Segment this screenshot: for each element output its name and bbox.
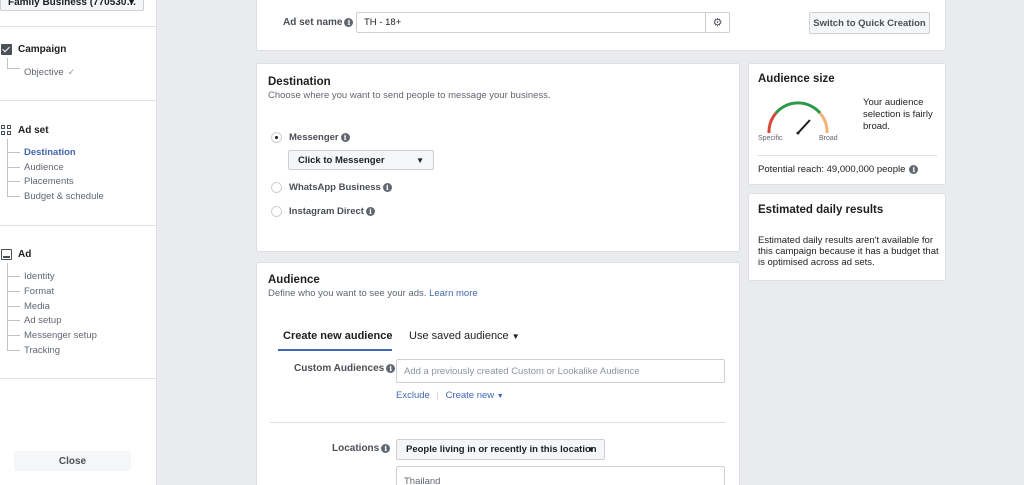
switch-quick-creation-button[interactable]: Switch to Quick Creation (809, 12, 930, 34)
nav-item-objective[interactable]: Objective ✓ (24, 67, 75, 78)
radio-instagram[interactable]: Instagram Direct i (271, 206, 375, 217)
caret-down-icon: ▼ (511, 332, 520, 341)
nav-item-tracking[interactable]: Tracking (24, 345, 60, 356)
info-icon[interactable]: i (344, 18, 354, 27)
tree-line (7, 320, 20, 321)
radio-whatsapp[interactable]: WhatsApp Business i (271, 182, 392, 193)
grid-icon (1, 125, 12, 136)
account-selector[interactable]: Family Business (770530… ▼ (0, 0, 144, 11)
destination-card: Destination Choose where you want to sen… (256, 63, 740, 252)
info-icon[interactable]: i (365, 207, 375, 216)
nav-item-messenger-setup[interactable]: Messenger setup (24, 330, 97, 341)
nav-section-label: Ad (18, 249, 32, 260)
destination-description: Choose where you want to send people to … (268, 90, 551, 101)
tree-line (7, 276, 20, 277)
info-icon[interactable]: i (382, 183, 392, 192)
messenger-type-dropdown[interactable]: Click to Messenger ▼ (288, 150, 434, 170)
location-input[interactable]: Thailand (396, 466, 725, 485)
learn-more-link[interactable]: Learn more (429, 288, 478, 299)
daily-results-card: Estimated daily results Estimated daily … (748, 193, 946, 281)
locations-label: Locations i (332, 443, 391, 454)
gear-icon[interactable]: ⚙ (705, 13, 729, 32)
tree-line (7, 167, 20, 168)
nav-item-ad-setup[interactable]: Ad setup (24, 315, 62, 326)
daily-results-text: Estimated daily results aren't available… (758, 235, 939, 268)
tree-line (7, 196, 20, 197)
radio-selected-icon (271, 132, 282, 143)
nav-item-format[interactable]: Format (24, 286, 54, 297)
nav-item-identity[interactable]: Identity (24, 271, 55, 282)
audience-gauge (767, 101, 829, 135)
divider (270, 422, 726, 423)
nav-section-campaign[interactable]: Campaign (1, 44, 66, 55)
radio-unselected-icon (271, 182, 282, 193)
caret-down-icon: ▼ (416, 155, 424, 165)
radio-messenger[interactable]: Messenger i (271, 132, 350, 143)
caret-down-icon: ▼ (587, 445, 595, 454)
tree-line (7, 291, 20, 292)
tree-line (7, 68, 20, 69)
nav-item-audience[interactable]: Audience (24, 162, 64, 173)
tab-use-saved-audience[interactable]: Use saved audience ▼ (409, 330, 520, 342)
active-tab-indicator (278, 349, 392, 351)
tab-create-new-audience[interactable]: Create new audience (283, 330, 392, 342)
nav-section-adset[interactable]: Ad set (1, 125, 49, 136)
chevron-down-icon: ▼ (127, 0, 136, 7)
close-button[interactable]: Close (14, 451, 131, 471)
tree-line (7, 152, 20, 153)
nav-item-placements[interactable]: Placements (24, 176, 74, 187)
custom-audiences-input[interactable]: Add a previously created Custom or Looka… (396, 359, 725, 383)
info-icon[interactable]: i (340, 133, 350, 142)
gauge-specific-label: Specific (758, 135, 783, 142)
divider (0, 100, 157, 101)
custom-audience-actions: Exclude | Create new ▼ (396, 390, 504, 401)
nav-section-label: Campaign (18, 44, 67, 55)
locations-type-dropdown[interactable]: People living in or recently in this loc… (396, 439, 605, 460)
checkbox-icon (1, 44, 12, 55)
audience-description: Define who you want to see your ads. Lea… (268, 288, 478, 299)
tree-line (7, 335, 20, 336)
exclude-link[interactable]: Exclude (396, 390, 430, 401)
check-icon: ✓ (67, 67, 76, 77)
account-name: Family Business (770530… (8, 0, 137, 8)
divider (758, 155, 937, 156)
radio-unselected-icon (271, 206, 282, 217)
audience-size-title: Audience size (758, 73, 835, 85)
audience-summary: Your audience selection is fairly broad. (863, 97, 933, 132)
left-navigation: Family Business (770530… ▼ Campaign Obje… (0, 0, 157, 485)
audience-size-card: Audience size Specific Broad Your audien… (748, 63, 946, 185)
separator: | (436, 390, 439, 401)
destination-title: Destination (268, 76, 331, 88)
audience-card: Audience Define who you want to see your… (256, 262, 740, 485)
audience-title: Audience (268, 274, 320, 286)
tree-line (7, 181, 20, 182)
nav-section-ad[interactable]: Ad (1, 249, 31, 260)
caret-down-icon: ▼ (496, 393, 504, 400)
adset-name-card: Ad set name i TH - 18+ ⚙ Switch to Quick … (256, 0, 946, 51)
tree-line (7, 306, 20, 307)
daily-results-title: Estimated daily results (758, 204, 884, 216)
nav-section-label: Ad set (18, 125, 49, 136)
divider (0, 378, 157, 379)
create-new-link[interactable]: Create new ▼ (446, 390, 504, 401)
info-icon[interactable]: i (909, 165, 919, 174)
adset-name-input[interactable]: TH - 18+ ⚙ (356, 12, 730, 33)
divider (0, 26, 157, 27)
nav-item-destination[interactable]: Destination (24, 147, 76, 158)
info-icon[interactable]: i (381, 444, 391, 453)
nav-item-media[interactable]: Media (24, 301, 50, 312)
tree-line (7, 350, 20, 351)
gauge-broad-label: Broad (819, 135, 838, 142)
divider (0, 225, 157, 226)
custom-audiences-label: Custom Audiences i (294, 363, 396, 374)
adset-name-label: Ad set name i (283, 17, 354, 28)
potential-reach: Potential reach: 49,000,000 people i (758, 164, 919, 175)
ad-icon (1, 249, 12, 260)
tree-line (7, 58, 8, 68)
info-icon[interactable]: i (386, 364, 396, 373)
nav-item-budget-schedule[interactable]: Budget & schedule (24, 191, 104, 202)
